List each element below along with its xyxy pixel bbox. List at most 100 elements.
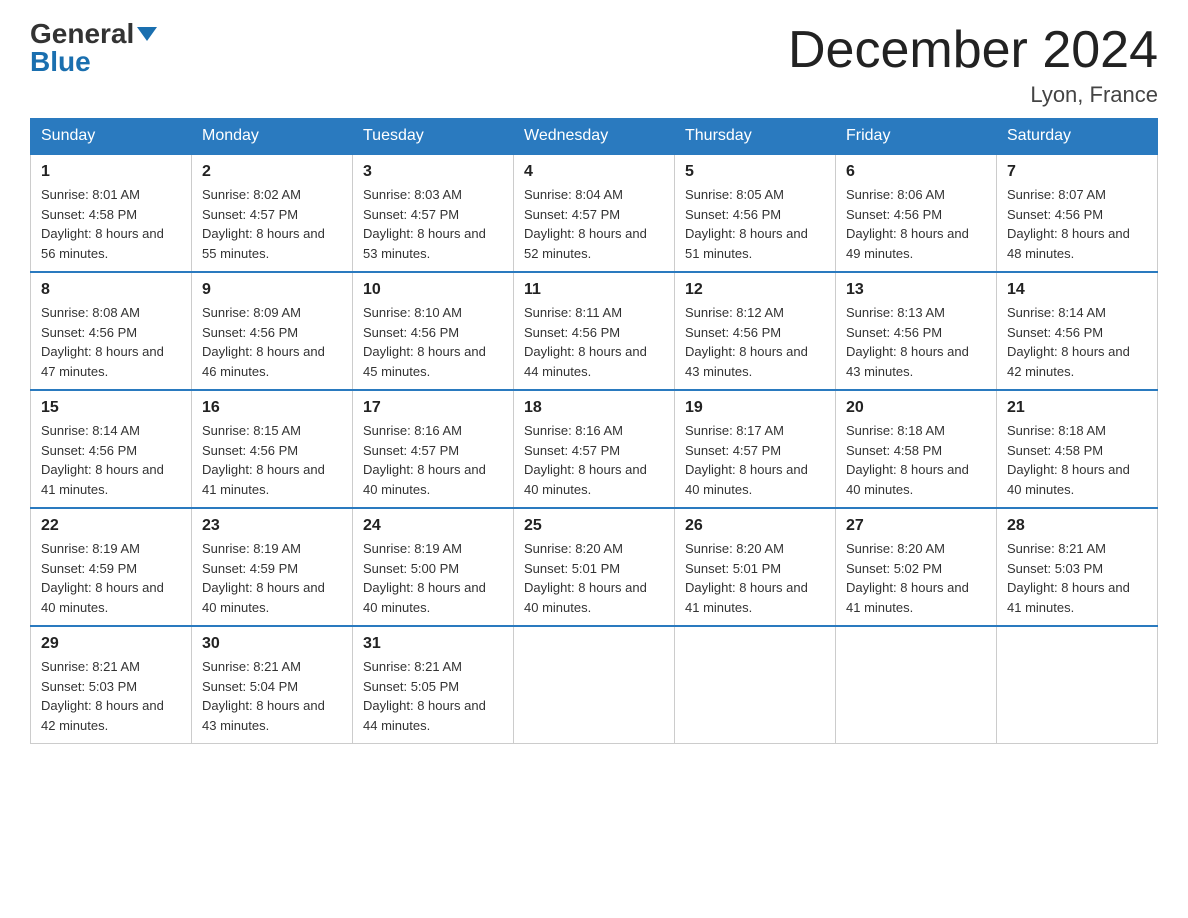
calendar-cell: 20 Sunrise: 8:18 AMSunset: 4:58 PMDaylig…	[836, 390, 997, 508]
day-info: Sunrise: 8:21 AMSunset: 5:03 PMDaylight:…	[41, 657, 181, 735]
logo-blue-text: Blue	[30, 48, 91, 76]
title-section: December 2024 Lyon, France	[788, 20, 1158, 108]
calendar-cell	[675, 626, 836, 744]
calendar-cell: 15 Sunrise: 8:14 AMSunset: 4:56 PMDaylig…	[31, 390, 192, 508]
day-info: Sunrise: 8:18 AMSunset: 4:58 PMDaylight:…	[1007, 421, 1147, 499]
day-info: Sunrise: 8:16 AMSunset: 4:57 PMDaylight:…	[524, 421, 664, 499]
day-number: 19	[685, 399, 825, 417]
weekday-header-wednesday: Wednesday	[514, 119, 675, 155]
day-number: 21	[1007, 399, 1147, 417]
day-info: Sunrise: 8:16 AMSunset: 4:57 PMDaylight:…	[363, 421, 503, 499]
calendar-cell: 31 Sunrise: 8:21 AMSunset: 5:05 PMDaylig…	[353, 626, 514, 744]
day-number: 8	[41, 281, 181, 299]
day-number: 4	[524, 163, 664, 181]
calendar-cell: 2 Sunrise: 8:02 AMSunset: 4:57 PMDayligh…	[192, 154, 353, 272]
calendar-cell: 6 Sunrise: 8:06 AMSunset: 4:56 PMDayligh…	[836, 154, 997, 272]
day-number: 25	[524, 517, 664, 535]
day-info: Sunrise: 8:21 AMSunset: 5:05 PMDaylight:…	[363, 657, 503, 735]
calendar-cell: 14 Sunrise: 8:14 AMSunset: 4:56 PMDaylig…	[997, 272, 1158, 390]
day-info: Sunrise: 8:14 AMSunset: 4:56 PMDaylight:…	[1007, 303, 1147, 381]
day-info: Sunrise: 8:02 AMSunset: 4:57 PMDaylight:…	[202, 185, 342, 263]
calendar-cell: 23 Sunrise: 8:19 AMSunset: 4:59 PMDaylig…	[192, 508, 353, 626]
weekday-header-monday: Monday	[192, 119, 353, 155]
day-info: Sunrise: 8:14 AMSunset: 4:56 PMDaylight:…	[41, 421, 181, 499]
month-title: December 2024	[788, 20, 1158, 80]
weekday-header-saturday: Saturday	[997, 119, 1158, 155]
weekday-header-tuesday: Tuesday	[353, 119, 514, 155]
day-info: Sunrise: 8:21 AMSunset: 5:03 PMDaylight:…	[1007, 539, 1147, 617]
day-info: Sunrise: 8:10 AMSunset: 4:56 PMDaylight:…	[363, 303, 503, 381]
calendar-table: SundayMondayTuesdayWednesdayThursdayFrid…	[30, 118, 1158, 744]
calendar-cell: 25 Sunrise: 8:20 AMSunset: 5:01 PMDaylig…	[514, 508, 675, 626]
day-info: Sunrise: 8:03 AMSunset: 4:57 PMDaylight:…	[363, 185, 503, 263]
calendar-cell: 4 Sunrise: 8:04 AMSunset: 4:57 PMDayligh…	[514, 154, 675, 272]
calendar-cell: 22 Sunrise: 8:19 AMSunset: 4:59 PMDaylig…	[31, 508, 192, 626]
day-number: 16	[202, 399, 342, 417]
weekday-header-thursday: Thursday	[675, 119, 836, 155]
day-info: Sunrise: 8:06 AMSunset: 4:56 PMDaylight:…	[846, 185, 986, 263]
calendar-cell: 29 Sunrise: 8:21 AMSunset: 5:03 PMDaylig…	[31, 626, 192, 744]
day-number: 6	[846, 163, 986, 181]
day-info: Sunrise: 8:17 AMSunset: 4:57 PMDaylight:…	[685, 421, 825, 499]
weekday-header-sunday: Sunday	[31, 119, 192, 155]
calendar-cell: 27 Sunrise: 8:20 AMSunset: 5:02 PMDaylig…	[836, 508, 997, 626]
calendar-cell: 7 Sunrise: 8:07 AMSunset: 4:56 PMDayligh…	[997, 154, 1158, 272]
calendar-cell: 18 Sunrise: 8:16 AMSunset: 4:57 PMDaylig…	[514, 390, 675, 508]
day-number: 14	[1007, 281, 1147, 299]
calendar-cell	[997, 626, 1158, 744]
day-number: 18	[524, 399, 664, 417]
calendar-cell: 11 Sunrise: 8:11 AMSunset: 4:56 PMDaylig…	[514, 272, 675, 390]
calendar-cell	[514, 626, 675, 744]
calendar-cell: 30 Sunrise: 8:21 AMSunset: 5:04 PMDaylig…	[192, 626, 353, 744]
day-info: Sunrise: 8:08 AMSunset: 4:56 PMDaylight:…	[41, 303, 181, 381]
day-info: Sunrise: 8:12 AMSunset: 4:56 PMDaylight:…	[685, 303, 825, 381]
day-info: Sunrise: 8:20 AMSunset: 5:02 PMDaylight:…	[846, 539, 986, 617]
day-number: 29	[41, 635, 181, 653]
logo-triangle-icon	[137, 27, 157, 41]
day-number: 10	[363, 281, 503, 299]
calendar-cell: 28 Sunrise: 8:21 AMSunset: 5:03 PMDaylig…	[997, 508, 1158, 626]
calendar-cell: 10 Sunrise: 8:10 AMSunset: 4:56 PMDaylig…	[353, 272, 514, 390]
day-number: 26	[685, 517, 825, 535]
calendar-cell: 3 Sunrise: 8:03 AMSunset: 4:57 PMDayligh…	[353, 154, 514, 272]
location: Lyon, France	[788, 82, 1158, 108]
calendar-cell: 8 Sunrise: 8:08 AMSunset: 4:56 PMDayligh…	[31, 272, 192, 390]
day-number: 13	[846, 281, 986, 299]
day-number: 3	[363, 163, 503, 181]
calendar-cell: 17 Sunrise: 8:16 AMSunset: 4:57 PMDaylig…	[353, 390, 514, 508]
day-number: 17	[363, 399, 503, 417]
calendar-cell: 19 Sunrise: 8:17 AMSunset: 4:57 PMDaylig…	[675, 390, 836, 508]
day-info: Sunrise: 8:13 AMSunset: 4:56 PMDaylight:…	[846, 303, 986, 381]
calendar-cell: 21 Sunrise: 8:18 AMSunset: 4:58 PMDaylig…	[997, 390, 1158, 508]
day-info: Sunrise: 8:20 AMSunset: 5:01 PMDaylight:…	[524, 539, 664, 617]
calendar-cell: 5 Sunrise: 8:05 AMSunset: 4:56 PMDayligh…	[675, 154, 836, 272]
day-info: Sunrise: 8:15 AMSunset: 4:56 PMDaylight:…	[202, 421, 342, 499]
day-info: Sunrise: 8:04 AMSunset: 4:57 PMDaylight:…	[524, 185, 664, 263]
weekday-header-friday: Friday	[836, 119, 997, 155]
day-number: 23	[202, 517, 342, 535]
logo: General Blue	[30, 20, 157, 76]
day-number: 22	[41, 517, 181, 535]
day-info: Sunrise: 8:20 AMSunset: 5:01 PMDaylight:…	[685, 539, 825, 617]
day-info: Sunrise: 8:05 AMSunset: 4:56 PMDaylight:…	[685, 185, 825, 263]
day-number: 2	[202, 163, 342, 181]
day-number: 20	[846, 399, 986, 417]
day-number: 30	[202, 635, 342, 653]
day-number: 11	[524, 281, 664, 299]
day-info: Sunrise: 8:19 AMSunset: 4:59 PMDaylight:…	[41, 539, 181, 617]
calendar-cell: 13 Sunrise: 8:13 AMSunset: 4:56 PMDaylig…	[836, 272, 997, 390]
calendar-cell: 12 Sunrise: 8:12 AMSunset: 4:56 PMDaylig…	[675, 272, 836, 390]
calendar-cell: 9 Sunrise: 8:09 AMSunset: 4:56 PMDayligh…	[192, 272, 353, 390]
day-number: 12	[685, 281, 825, 299]
day-number: 28	[1007, 517, 1147, 535]
day-number: 9	[202, 281, 342, 299]
day-number: 1	[41, 163, 181, 181]
day-number: 5	[685, 163, 825, 181]
day-info: Sunrise: 8:19 AMSunset: 5:00 PMDaylight:…	[363, 539, 503, 617]
day-info: Sunrise: 8:19 AMSunset: 4:59 PMDaylight:…	[202, 539, 342, 617]
day-info: Sunrise: 8:11 AMSunset: 4:56 PMDaylight:…	[524, 303, 664, 381]
day-number: 27	[846, 517, 986, 535]
day-number: 31	[363, 635, 503, 653]
day-info: Sunrise: 8:18 AMSunset: 4:58 PMDaylight:…	[846, 421, 986, 499]
day-info: Sunrise: 8:01 AMSunset: 4:58 PMDaylight:…	[41, 185, 181, 263]
